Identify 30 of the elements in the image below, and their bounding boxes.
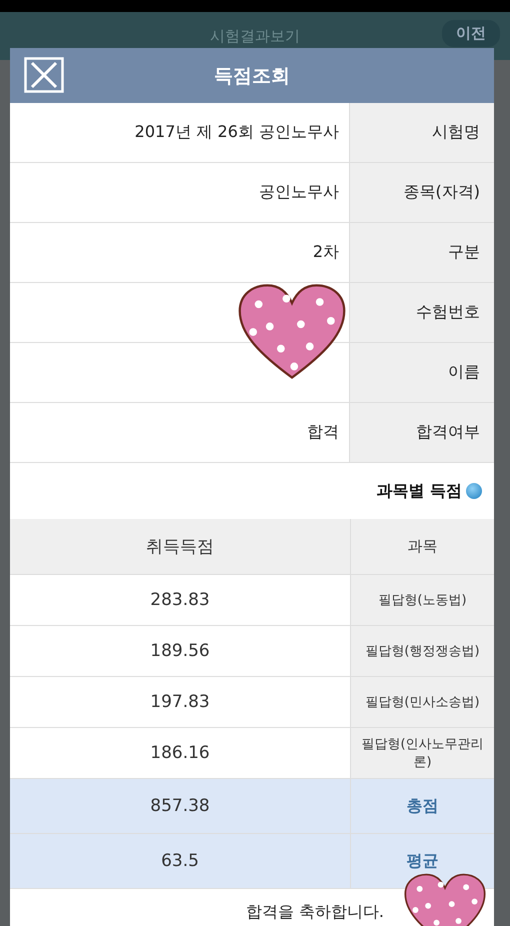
table-cell: 총점 [350,779,494,833]
table-cell-text: 186.16 [149,742,211,765]
back-button[interactable]: 이전 [442,20,500,47]
table-cell-text: 857.38 [149,795,211,818]
field-value: 합격 [306,421,340,443]
bullet-icon [466,483,482,499]
table-cell-text: 197.83 [149,691,211,714]
table-cell: 필답형(민사소송법) [350,677,494,727]
table-cell-text: 283.83 [149,589,211,612]
field-label: 시험명 [349,103,494,162]
section-title: 과목별 득점 [376,480,462,502]
close-icon[interactable] [24,57,64,93]
table-cell: 필답형(행정쟁송법) [350,626,494,676]
congratulation-message: 합격을 축하합니다. [246,902,384,923]
table-cell: 필답형(인사노무관리론) [350,728,494,778]
field-label: 합격여부 [349,403,494,462]
field-value: 공인노무사 [258,181,340,203]
page-title: 시험결과보기 [210,26,300,46]
table-cell-text: 63.5 [160,850,200,873]
field-label: 이름 [349,343,494,402]
column-header: 과목 [350,519,494,574]
column-header: 취득득점 [145,536,215,559]
field-value: 2차 [312,241,340,263]
field-label: 구분 [349,223,494,282]
field-label: 종목(자격) [349,163,494,222]
table-cell: 필답형(노동법) [350,575,494,625]
field-label: 수험번호 [349,283,494,342]
field-value: 2017년 제 26회 공인노무사 [134,121,340,143]
dialog-title: 득점조회 [214,64,290,88]
table-cell-text: 189.56 [149,640,211,663]
